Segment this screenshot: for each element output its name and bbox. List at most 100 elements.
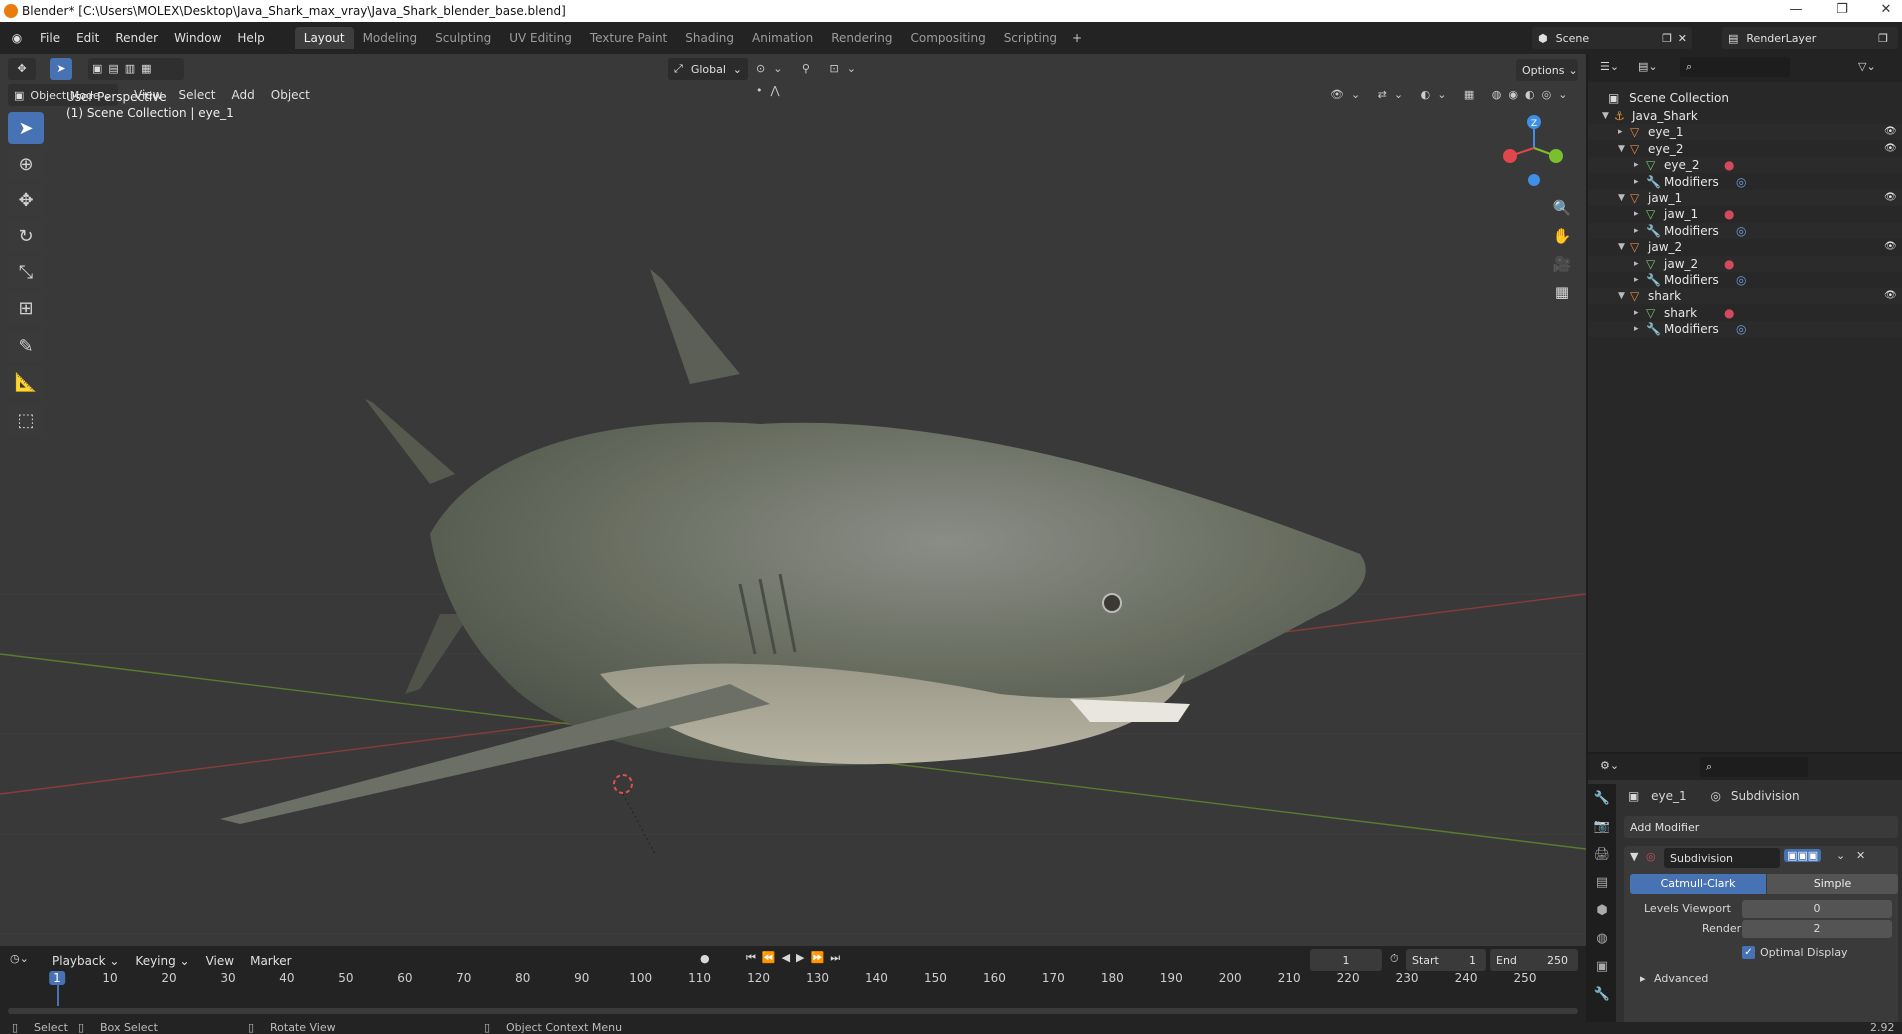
timeline-ruler[interactable]: 1 10 20 30 40 50 60 70 80 90 100 110 120 130 140 150 160… bbox=[0, 946, 1586, 1006]
minimize-button[interactable]: — bbox=[1776, 0, 1816, 22]
menu-edit[interactable]: Edit bbox=[68, 27, 107, 49]
viewport-menu-add[interactable]: Add bbox=[224, 84, 263, 106]
zoom-icon[interactable]: 🔍 bbox=[1548, 194, 1576, 222]
navigation-gizmo[interactable]: Z bbox=[1498, 110, 1570, 190]
add-modifier-dropdown[interactable]: Add Modifier bbox=[1624, 816, 1898, 838]
add-workspace-icon[interactable]: + bbox=[1066, 27, 1088, 49]
optimal-display-checkbox[interactable]: ✓ bbox=[1742, 946, 1755, 959]
tool-tab-icon[interactable]: 🔧 bbox=[1588, 784, 1616, 812]
expand-arrow-icon[interactable]: ▸ bbox=[1634, 321, 1639, 337]
chevron-down-icon[interactable]: ⌄ bbox=[1836, 849, 1845, 862]
expand-arrow-icon[interactable]: ▼ bbox=[1618, 190, 1625, 206]
outliner-row[interactable]: ▼ ▽ eye_2 👁 bbox=[1588, 141, 1902, 157]
algorithm-simple-button[interactable]: Simple bbox=[1767, 874, 1898, 894]
3d-viewport[interactable]: ✥ ➤ ▣▤▥▦ ⤢ Global ⌄ ⊙⌄ ⚲ ⊡⌄ •⋀ Options ⌄… bbox=[0, 54, 1586, 946]
tab-scripting[interactable]: Scripting bbox=[995, 27, 1066, 49]
menu-file[interactable]: File bbox=[32, 27, 68, 49]
remove-scene-icon[interactable]: ✕ bbox=[1678, 32, 1687, 45]
tab-rendering[interactable]: Rendering bbox=[822, 27, 901, 49]
scene-tab-icon[interactable]: ⬢ bbox=[1588, 896, 1616, 924]
outliner-row[interactable]: ▸ 🔧 Modifiers ◎ bbox=[1588, 222, 1902, 239]
expand-arrow-icon[interactable]: ▸ bbox=[1634, 305, 1639, 321]
output-tab-icon[interactable]: 🖨 bbox=[1588, 840, 1616, 868]
expand-arrow-icon[interactable]: ▼ bbox=[1602, 108, 1609, 124]
pivot-snap-controls[interactable]: ⊙⌄ ⚲ ⊡⌄ •⋀ bbox=[756, 58, 896, 97]
measure-tool[interactable]: 📐 bbox=[8, 366, 44, 398]
expand-arrow-icon[interactable]: ▸ bbox=[1618, 124, 1623, 140]
outliner-row-scene-collection[interactable]: ▣ Scene Collection bbox=[1588, 88, 1902, 108]
timeline-scrollbar[interactable] bbox=[8, 1008, 1578, 1014]
expand-arrow-icon[interactable]: ▸ bbox=[1634, 157, 1639, 173]
cursor-tool[interactable]: ⊕ bbox=[8, 148, 44, 180]
tab-layout[interactable]: Layout bbox=[294, 27, 354, 49]
visibility-eye-icon[interactable]: 👁 bbox=[1884, 141, 1897, 157]
selection-mode-buttons[interactable]: ▣▤▥▦ bbox=[88, 58, 184, 80]
move-tool[interactable]: ✥ bbox=[8, 184, 44, 216]
outliner-editor-type-icon[interactable]: ☰⌄ bbox=[1600, 60, 1619, 73]
viewport-menu-object[interactable]: Object bbox=[263, 84, 318, 106]
outliner-row[interactable]: ▸ ▽ shark ● bbox=[1588, 305, 1902, 321]
outliner-row[interactable]: ▼ ⚓ Java_Shark bbox=[1588, 108, 1902, 124]
outliner-row[interactable]: ▸ ▽ eye_2 ● bbox=[1588, 157, 1902, 174]
annotate-tool[interactable]: ✎ bbox=[8, 330, 44, 362]
select-tool-button[interactable]: ➤ bbox=[50, 58, 72, 80]
editor-type-button[interactable]: ✥ bbox=[8, 58, 36, 80]
playhead-line[interactable] bbox=[57, 984, 59, 1006]
outliner-row[interactable]: ▸ 🔧 Modifiers ◎ bbox=[1588, 272, 1902, 288]
add-cube-tool[interactable]: ⬚ bbox=[8, 404, 44, 436]
expand-arrow-icon[interactable]: ▼ bbox=[1618, 239, 1625, 255]
advanced-label[interactable]: Advanced bbox=[1654, 972, 1708, 985]
new-scene-icon[interactable]: ❐ bbox=[1662, 32, 1672, 45]
maximize-button[interactable]: ❐ bbox=[1822, 0, 1862, 22]
properties-editor-type-icon[interactable]: ⚙⌄ bbox=[1600, 759, 1619, 772]
pan-hand-icon[interactable]: ✋ bbox=[1548, 222, 1576, 250]
select-box-tool[interactable]: ➤ bbox=[8, 112, 44, 144]
visibility-eye-icon[interactable]: 👁 bbox=[1884, 124, 1897, 140]
expand-arrow-icon[interactable]: ▸ bbox=[1634, 206, 1639, 222]
menu-help[interactable]: Help bbox=[229, 27, 272, 49]
modifier-visibility-icons[interactable]: ▣▣▣ bbox=[1784, 849, 1822, 862]
properties-search-input[interactable]: ⌕ bbox=[1700, 757, 1808, 777]
render-tab-icon[interactable]: 📷 bbox=[1588, 812, 1616, 840]
display-mode-icon[interactable]: ▤⌄ bbox=[1638, 60, 1658, 73]
object-tab-icon[interactable]: ▣ bbox=[1588, 952, 1616, 980]
expand-arrow-icon[interactable]: ▸ bbox=[1634, 174, 1639, 190]
scale-tool[interactable]: ⤡ bbox=[8, 256, 44, 288]
viewport-menu-select[interactable]: Select bbox=[170, 84, 223, 106]
render-levels-field[interactable]: 2 bbox=[1742, 920, 1892, 938]
filter-icon[interactable]: ▽⌄ bbox=[1858, 60, 1876, 73]
transform-tool[interactable]: ⊞ bbox=[8, 292, 44, 324]
modifier-tab-icon[interactable]: 🔧 bbox=[1588, 980, 1616, 1008]
render-layer-selector[interactable]: ▤ RenderLayer ❐ bbox=[1722, 27, 1898, 49]
shading-controls[interactable]: 👁⌄ ⇄⌄ ◐⌄ ▦ ◍◉◐◎⌄ bbox=[1330, 84, 1578, 106]
tab-compositing[interactable]: Compositing bbox=[901, 27, 994, 49]
outliner-row[interactable]: ▼ ▽ jaw_2 👁 bbox=[1588, 239, 1902, 255]
tab-modeling[interactable]: Modeling bbox=[354, 27, 427, 49]
outliner-row[interactable]: ▸ ▽ jaw_1 ● bbox=[1588, 206, 1902, 222]
scene-selector[interactable]: ⬢ Scene ❐ ✕ bbox=[1532, 27, 1692, 49]
modifier-name-field[interactable]: Subdivision bbox=[1664, 848, 1780, 868]
tab-texture-paint[interactable]: Texture Paint bbox=[581, 27, 676, 49]
outliner-search-input[interactable]: ⌕ bbox=[1680, 57, 1790, 77]
blender-menu-icon[interactable]: ◉ bbox=[6, 27, 28, 49]
algorithm-catmull-clark-button[interactable]: Catmull-Clark bbox=[1630, 874, 1766, 894]
new-render-layer-icon[interactable]: ❐ bbox=[1878, 32, 1888, 45]
menu-window[interactable]: Window bbox=[166, 27, 229, 49]
world-tab-icon[interactable]: ◍ bbox=[1588, 924, 1616, 952]
visibility-eye-icon[interactable]: 👁 bbox=[1884, 288, 1897, 304]
visibility-eye-icon[interactable]: 👁 bbox=[1884, 239, 1897, 255]
menu-render[interactable]: Render bbox=[107, 27, 166, 49]
delete-modifier-icon[interactable]: ✕ bbox=[1856, 849, 1865, 862]
perspective-grid-icon[interactable]: ▦ bbox=[1548, 278, 1576, 306]
collapse-arrow-icon[interactable]: ▼ bbox=[1630, 850, 1638, 863]
advanced-expand-icon[interactable]: ▸ bbox=[1640, 972, 1646, 985]
expand-arrow-icon[interactable]: ▼ bbox=[1618, 141, 1625, 157]
outliner-row[interactable]: ▸ ▽ jaw_2 ● bbox=[1588, 255, 1902, 272]
expand-arrow-icon[interactable]: ▸ bbox=[1634, 256, 1639, 272]
orientation-dropdown[interactable]: ⤢ Global ⌄ bbox=[668, 58, 748, 80]
outliner-row[interactable]: ▸ 🔧 Modifiers ◎ bbox=[1588, 174, 1902, 190]
rotate-tool[interactable]: ↻ bbox=[8, 220, 44, 252]
outliner-row[interactable]: ▼ ▽ jaw_1 👁 bbox=[1588, 190, 1902, 206]
outliner-row[interactable]: ▸ 🔧 Modifiers ◎ bbox=[1588, 321, 1902, 338]
tab-uv-editing[interactable]: UV Editing bbox=[500, 27, 581, 49]
